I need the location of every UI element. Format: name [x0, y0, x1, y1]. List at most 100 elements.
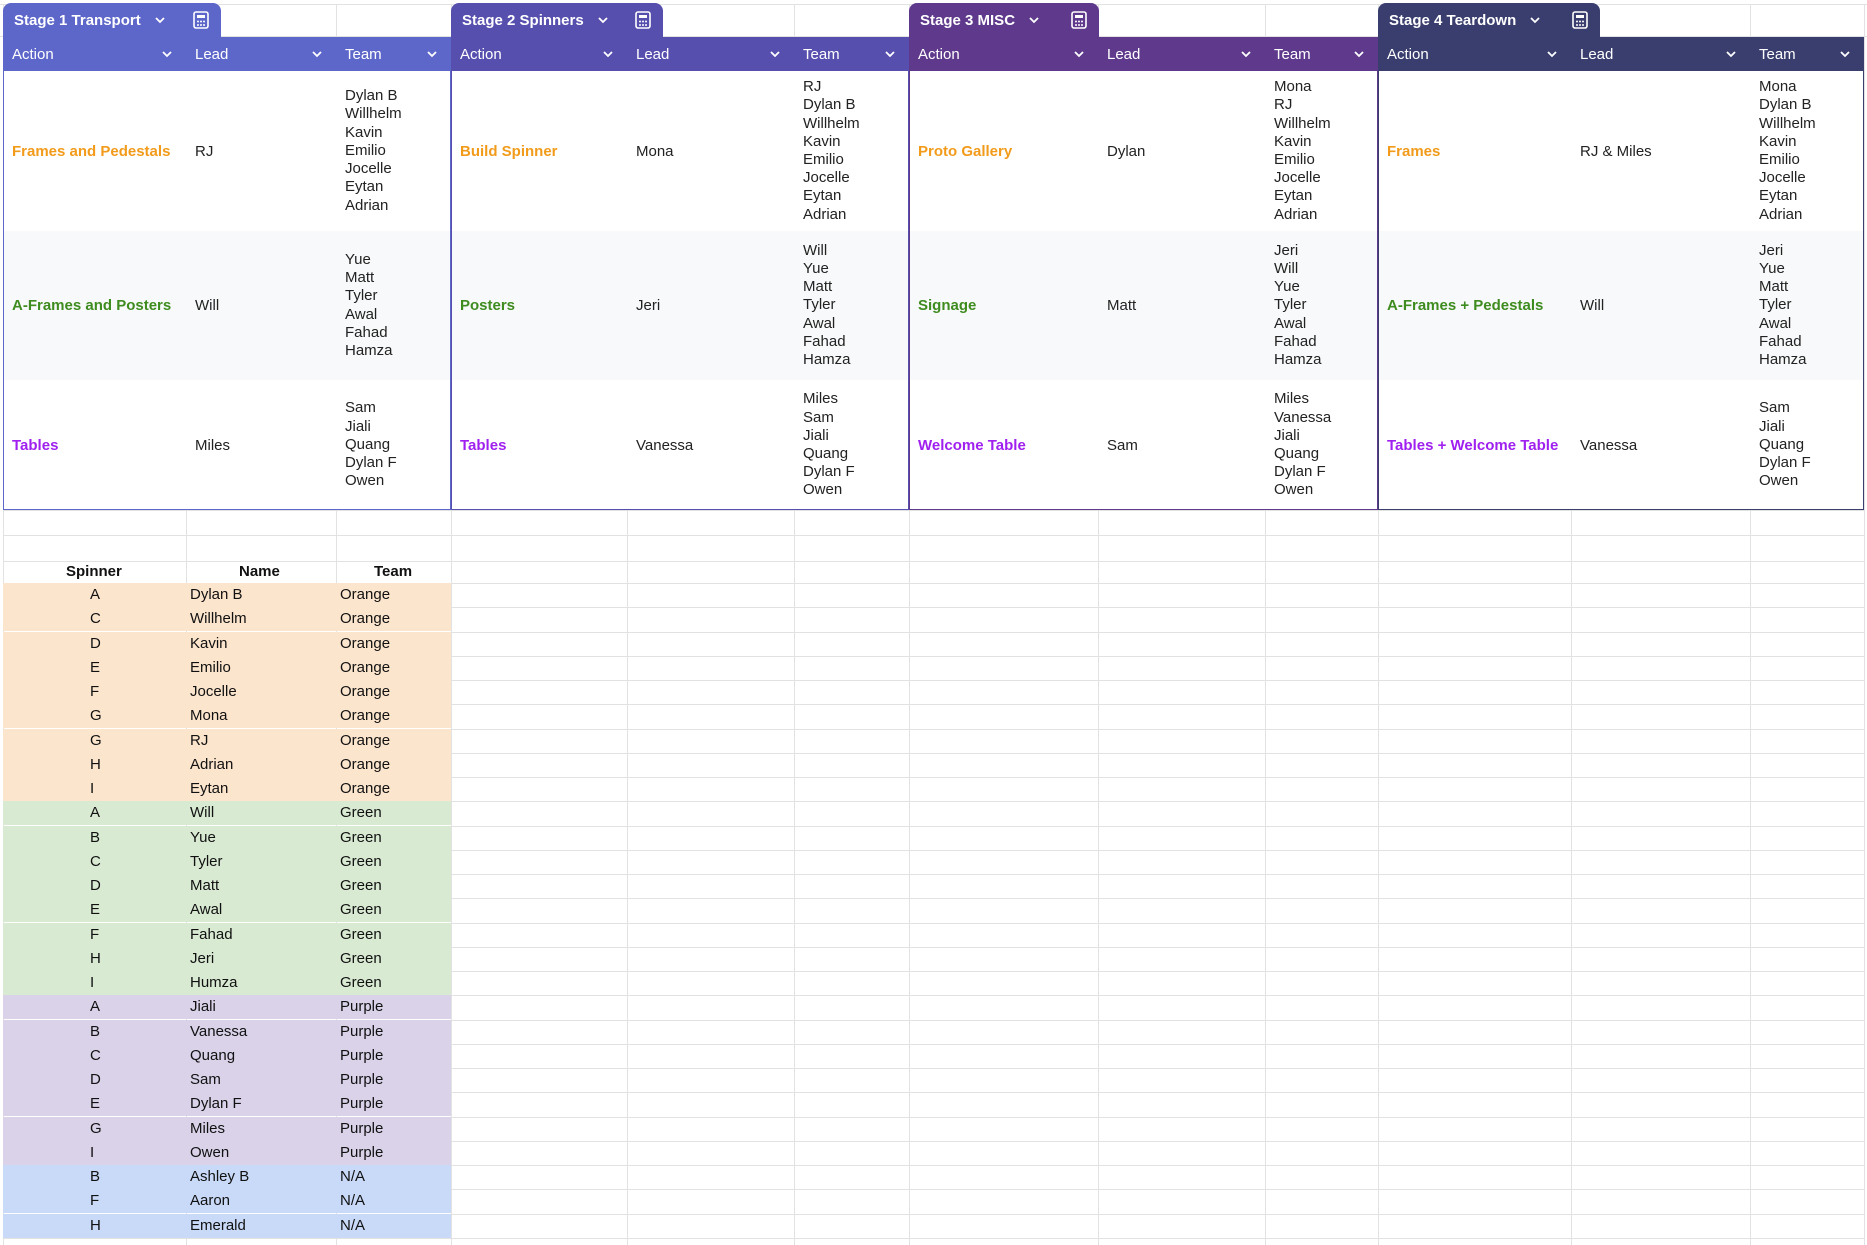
stage-team-cell[interactable]: Jeri Will Yue Tyler Awal Fahad Hamza — [1265, 231, 1378, 380]
stage-action-cell[interactable]: Posters — [451, 231, 627, 380]
chevron-down-icon[interactable] — [601, 47, 615, 61]
spinner-table-row[interactable]: A Dylan B Orange — [3, 583, 451, 608]
chevron-down-icon[interactable] — [596, 13, 610, 27]
chevron-down-icon[interactable] — [1072, 47, 1086, 61]
spinner-table-row[interactable]: C Quang Purple — [3, 1043, 451, 1068]
spinner-table-row[interactable]: C Willhelm Orange — [3, 607, 451, 632]
stage-lead-cell[interactable]: Sam — [1098, 380, 1265, 510]
spinner-table-row[interactable]: F Aaron N/A — [3, 1189, 451, 1214]
stage-lead-cell[interactable]: Will — [186, 231, 336, 380]
chevron-down-icon[interactable] — [1027, 13, 1041, 27]
spinner-table-row[interactable]: F Jocelle Orange — [3, 680, 451, 705]
stage-lead-cell[interactable]: Jeri — [627, 231, 794, 380]
stage-lead-cell[interactable]: RJ & Miles — [1571, 71, 1750, 231]
spinner-table-row[interactable]: B Ashley B N/A — [3, 1165, 451, 1190]
spinner-table-row[interactable]: D Sam Purple — [3, 1068, 451, 1093]
stage-action-cell[interactable]: Tables — [451, 380, 627, 510]
stage-team-cell[interactable]: Sam Jiali Quang Dylan F Owen — [1750, 380, 1864, 510]
chevron-down-icon[interactable] — [425, 47, 439, 61]
stage-lead-cell[interactable]: Vanessa — [627, 380, 794, 510]
spinner-table-row[interactable]: G Mona Orange — [3, 704, 451, 729]
stage-lead-cell[interactable]: Matt — [1098, 231, 1265, 380]
stage-action-cell[interactable]: A-Frames and Posters — [3, 231, 186, 380]
chevron-down-icon[interactable] — [883, 47, 897, 61]
stage-lead-cell[interactable]: Mona — [627, 71, 794, 231]
column-header-action[interactable]: Action — [1378, 37, 1571, 71]
chevron-down-icon[interactable] — [1528, 13, 1542, 27]
stage-team-cell[interactable]: Sam Jiali Quang Dylan F Owen — [336, 380, 451, 510]
table-calculator-icon[interactable] — [633, 10, 653, 30]
stage-action-cell[interactable]: Frames — [1378, 71, 1571, 231]
spinner-table-row[interactable]: H Emerald N/A — [3, 1213, 451, 1238]
stage-action-cell[interactable]: Build Spinner — [451, 71, 627, 231]
chevron-down-icon[interactable] — [310, 47, 324, 61]
stage-team-cell[interactable]: Yue Matt Tyler Awal Fahad Hamza — [336, 231, 451, 380]
chevron-down-icon[interactable] — [1352, 47, 1366, 61]
column-header-lead[interactable]: Lead — [627, 37, 794, 71]
stage-tab-3[interactable]: Stage 3 MISC — [909, 3, 1099, 37]
stage-lead-cell[interactable]: Miles — [186, 380, 336, 510]
stage-team-cell[interactable]: Mona RJ Willhelm Kavin Emilio Jocelle Ey… — [1265, 71, 1378, 231]
stage-tab-4[interactable]: Stage 4 Teardown — [1378, 3, 1600, 37]
stage-action-cell[interactable]: Tables + Welcome Table — [1378, 380, 1571, 510]
stage-tab-1[interactable]: Stage 1 Transport — [3, 3, 221, 37]
column-header-lead[interactable]: Lead — [1571, 37, 1750, 71]
spinner-table-row[interactable]: A Jiali Purple — [3, 995, 451, 1020]
stage-action-cell[interactable]: A-Frames + Pedestals — [1378, 231, 1571, 380]
spinner-table-row[interactable]: F Fahad Green — [3, 922, 451, 947]
column-header-team[interactable]: Team — [1265, 37, 1378, 71]
stage-action-cell[interactable]: Frames and Pedestals — [3, 71, 186, 231]
table-calculator-icon[interactable] — [191, 10, 211, 30]
stage-team-cell[interactable]: RJ Dylan B Willhelm Kavin Emilio Jocelle… — [794, 71, 909, 231]
spinner-table-row[interactable]: H Jeri Green — [3, 946, 451, 971]
spinner-table-row[interactable]: D Matt Green — [3, 874, 451, 899]
column-header-lead[interactable]: Lead — [1098, 37, 1265, 71]
stage-team-cell[interactable]: Miles Vanessa Jiali Quang Dylan F Owen — [1265, 380, 1378, 510]
stage-team-cell[interactable]: Dylan B Willhelm Kavin Emilio Jocelle Ey… — [336, 71, 451, 231]
name-header: Name — [239, 563, 280, 580]
column-header-action[interactable]: Action — [3, 37, 186, 71]
spinner-table-row[interactable]: E Dylan F Purple — [3, 1092, 451, 1117]
column-header-team[interactable]: Team — [336, 37, 451, 71]
spinner-table-row[interactable]: B Vanessa Purple — [3, 1019, 451, 1044]
spinner-table-row[interactable]: D Kavin Orange — [3, 631, 451, 656]
stage-lead-cell[interactable]: Vanessa — [1571, 380, 1750, 510]
chevron-down-icon[interactable] — [1724, 47, 1738, 61]
spinner-table-row[interactable]: B Yue Green — [3, 825, 451, 850]
chevron-down-icon[interactable] — [160, 47, 174, 61]
column-header-team[interactable]: Team — [794, 37, 909, 71]
spinner-table-row[interactable]: E Emilio Orange — [3, 655, 451, 680]
column-header-lead[interactable]: Lead — [186, 37, 336, 71]
stage-action-cell[interactable]: Tables — [3, 380, 186, 510]
spinner-table-row[interactable]: H Adrian Orange — [3, 752, 451, 777]
column-header-action[interactable]: Action — [909, 37, 1098, 71]
spinner-table-row[interactable]: C Tyler Green — [3, 849, 451, 874]
chevron-down-icon[interactable] — [1545, 47, 1559, 61]
stage-tab-2[interactable]: Stage 2 Spinners — [451, 3, 663, 37]
stage-action-cell[interactable]: Welcome Table — [909, 380, 1098, 510]
stage-action-cell[interactable]: Proto Gallery — [909, 71, 1098, 231]
chevron-down-icon[interactable] — [1239, 47, 1253, 61]
spinner-table-row[interactable]: I Eytan Orange — [3, 777, 451, 802]
stage-team-cell[interactable]: Will Yue Matt Tyler Awal Fahad Hamza — [794, 231, 909, 380]
spinner-table-row[interactable]: E Awal Green — [3, 898, 451, 923]
stage-team-cell[interactable]: Miles Sam Jiali Quang Dylan F Owen — [794, 380, 909, 510]
spinner-table-row[interactable]: G Miles Purple — [3, 1116, 451, 1141]
table-calculator-icon[interactable] — [1069, 10, 1089, 30]
spinner-table-row[interactable]: A Will Green — [3, 801, 451, 826]
stage-team-cell[interactable]: Jeri Yue Matt Tyler Awal Fahad Hamza — [1750, 231, 1864, 380]
stage-team-cell[interactable]: Mona Dylan B Willhelm Kavin Emilio Jocel… — [1750, 71, 1864, 231]
chevron-down-icon[interactable] — [1838, 47, 1852, 61]
stage-action-cell[interactable]: Signage — [909, 231, 1098, 380]
column-header-team[interactable]: Team — [1750, 37, 1864, 71]
stage-lead-cell[interactable]: Will — [1571, 231, 1750, 380]
chevron-down-icon[interactable] — [768, 47, 782, 61]
stage-lead-cell[interactable]: Dylan — [1098, 71, 1265, 231]
spinner-table-row[interactable]: I Humza Green — [3, 971, 451, 996]
spinner-table-row[interactable]: G RJ Orange — [3, 728, 451, 753]
column-header-action[interactable]: Action — [451, 37, 627, 71]
spinner-table-row[interactable]: I Owen Purple — [3, 1140, 451, 1165]
stage-lead-cell[interactable]: RJ — [186, 71, 336, 231]
chevron-down-icon[interactable] — [153, 13, 167, 27]
table-calculator-icon[interactable] — [1570, 10, 1590, 30]
